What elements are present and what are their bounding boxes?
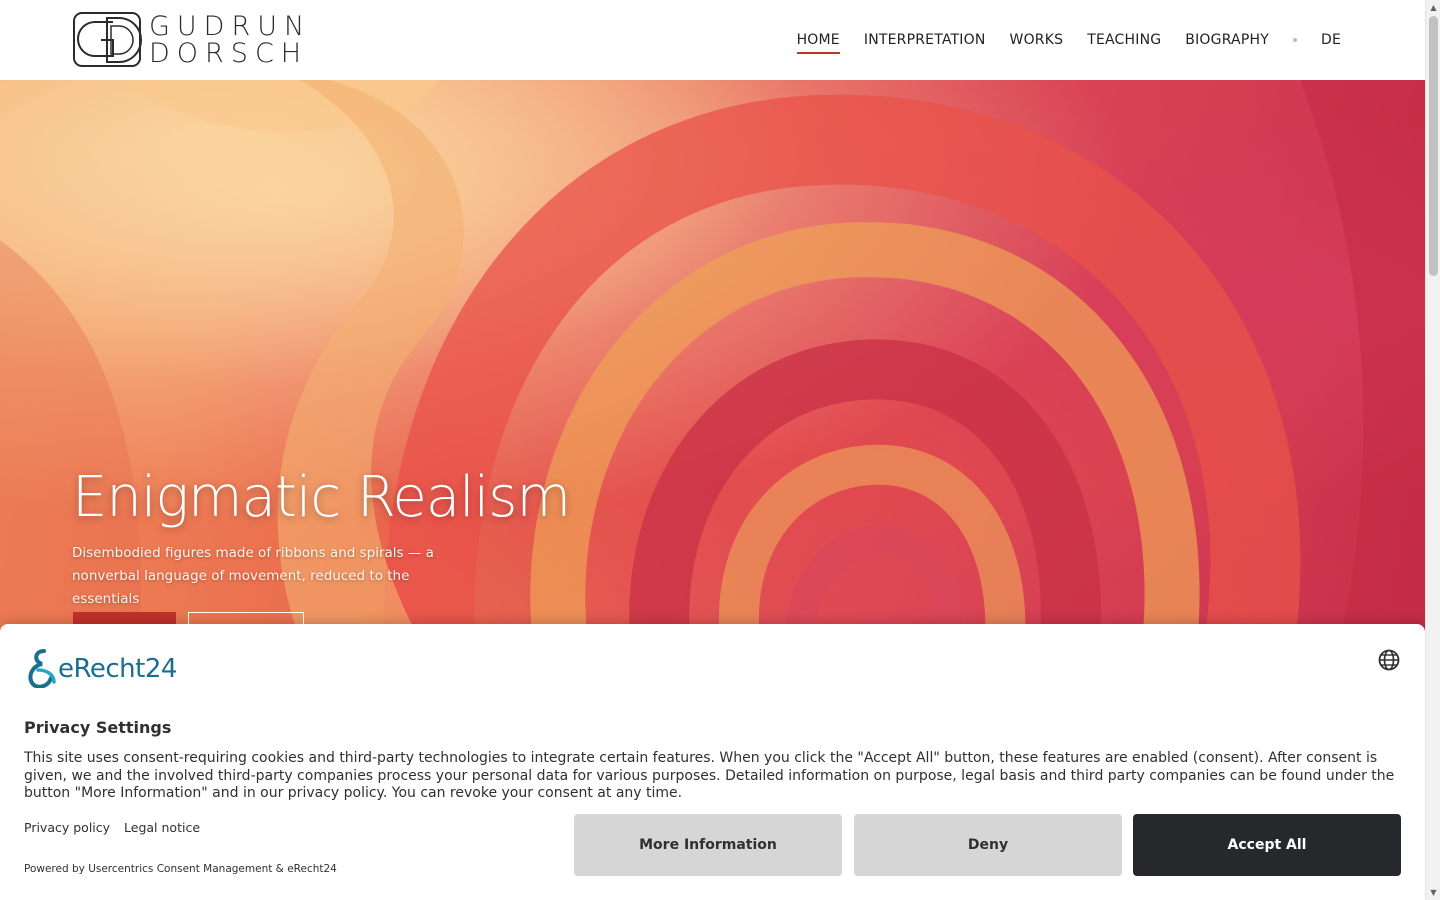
main-nav: HOME INTERPRETATION WORKS TEACHING BIOGR… [785, 0, 1353, 80]
scroll-up-arrow-icon[interactable]: ▲ [1429, 3, 1438, 12]
logo-line-2: DORSCH [149, 38, 309, 69]
erecht24-logo: eRecht24 [24, 648, 189, 688]
erecht24-wordmark: eRecht24 [58, 654, 177, 684]
gd-monogram-icon [73, 12, 142, 67]
hero-subtitle: Disembodied figures made of ribbons and … [72, 545, 434, 607]
globe-icon[interactable] [1377, 648, 1401, 672]
hero-section: Enigmatic Realism Disembodied figures ma… [0, 80, 1425, 640]
accept-all-button[interactable]: Accept All [1133, 814, 1401, 876]
deny-button[interactable]: Deny [854, 814, 1122, 876]
page: GUDRUN DORSCH HOME INTERPRETATION WORKS … [0, 0, 1425, 900]
scroll-down-arrow-icon[interactable]: ▼ [1429, 888, 1438, 897]
language-switch[interactable]: DE [1309, 30, 1353, 50]
privacy-policy-link[interactable]: Privacy policy [24, 820, 110, 835]
consent-links: Privacy policy Legal notice [24, 820, 200, 835]
consent-title: Privacy Settings [24, 718, 172, 737]
page-scrollbar[interactable]: ▲ ▼ [1425, 0, 1440, 900]
consent-description: This site uses consent-requiring cookies… [24, 750, 1395, 801]
nav-teaching[interactable]: TEACHING [1075, 30, 1173, 50]
cookie-consent-banner: eRecht24 Privacy Settings This site uses… [0, 624, 1425, 900]
nav-interpretation[interactable]: INTERPRETATION [852, 30, 998, 50]
scrollbar-thumb[interactable] [1429, 16, 1438, 276]
nav-biography[interactable]: BIOGRAPHY [1173, 30, 1281, 50]
more-information-button[interactable]: More Information [574, 814, 842, 876]
logo-line-1: GUDRUN [149, 11, 312, 42]
erecht24-mark-icon [28, 649, 56, 688]
nav-works[interactable]: WORKS [998, 30, 1076, 50]
site-header: GUDRUN DORSCH HOME INTERPRETATION WORKS … [0, 0, 1425, 80]
site-logo[interactable]: GUDRUN DORSCH [73, 12, 304, 69]
nav-separator-dot [1292, 38, 1297, 42]
legal-notice-link[interactable]: Legal notice [124, 820, 200, 835]
hero-title: Enigmatic Realism [72, 465, 571, 530]
nav-home[interactable]: HOME [785, 30, 852, 54]
powered-by-text: Powered by Usercentrics Consent Manageme… [24, 863, 337, 875]
